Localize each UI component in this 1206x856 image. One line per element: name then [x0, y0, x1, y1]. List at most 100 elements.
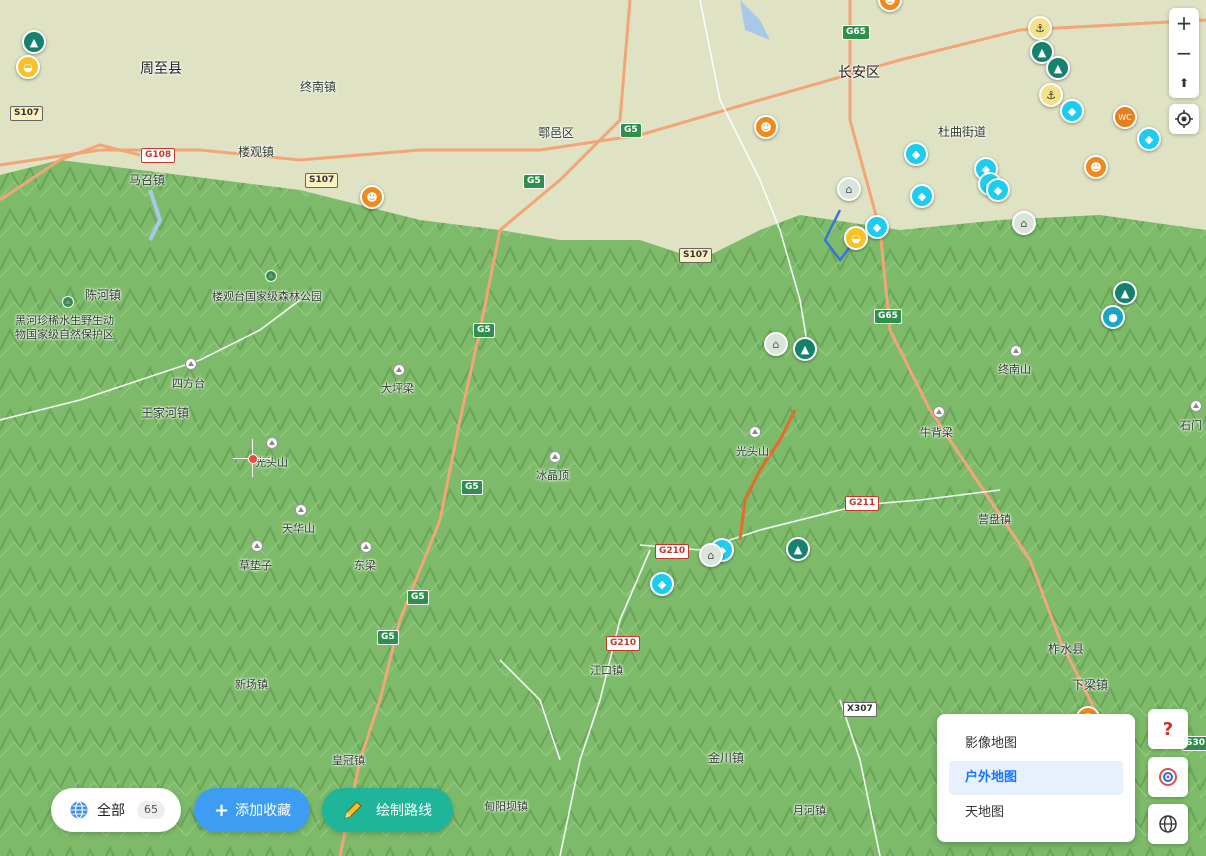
fish-icon[interactable]: ◆: [650, 572, 674, 596]
filter-all-count: 65: [137, 801, 165, 819]
label-heihe-reserve-2: 物国家级自然保护区: [15, 328, 114, 341]
peak-icon: [393, 364, 405, 376]
house-icon[interactable]: ⌂: [1012, 211, 1036, 235]
target-button[interactable]: [1148, 757, 1188, 797]
shield-x307: X307: [843, 702, 877, 717]
shield-g108: G108: [141, 148, 176, 163]
anchor-icon[interactable]: ⚓: [1028, 16, 1052, 40]
shield-g5: G5: [523, 174, 545, 189]
shield-s107: S107: [679, 248, 713, 263]
label-zhongnan-town: 终南镇: [300, 80, 337, 94]
layer-option-tianditu[interactable]: 天地图: [949, 796, 1123, 830]
label-tianhua: 天华山: [282, 522, 315, 535]
devil-icon[interactable]: ☻: [360, 185, 384, 209]
filter-all-label: 全部: [97, 803, 125, 819]
label-xialiang: 下梁镇: [1072, 678, 1109, 692]
zoom-in-button[interactable]: +: [1169, 8, 1199, 38]
label-zhashui: 柞水县: [1048, 642, 1085, 656]
label-guangtou-west: 光头山: [255, 456, 288, 469]
crosshair-center-icon: [248, 454, 258, 464]
shield-s107: S107: [10, 106, 44, 121]
label-xinchang: 新场镇: [235, 678, 268, 691]
house-icon[interactable]: ⌂: [764, 332, 788, 356]
shield-g5: G5: [407, 590, 429, 605]
mountain-icon[interactable]: ▲: [793, 337, 817, 361]
fish-icon[interactable]: ◆: [904, 142, 928, 166]
park-icon: [62, 296, 74, 308]
label-jinchuan: 金川镇: [708, 751, 745, 765]
drop-icon[interactable]: ●: [1101, 305, 1125, 329]
mountain-icon[interactable]: ▲: [786, 537, 810, 561]
label-dianhe: 甸阳坝镇: [484, 800, 528, 813]
zoom-out-button[interactable]: −: [1169, 38, 1199, 68]
mountain-icon[interactable]: ▲: [22, 30, 46, 54]
label-yuehe: 月河镇: [793, 804, 826, 817]
globe-icon: [1159, 815, 1177, 833]
label-chenhe: 陈河镇: [85, 288, 122, 302]
help-button[interactable]: ?: [1148, 709, 1188, 749]
label-zhongnanshan: 终南山: [998, 363, 1031, 376]
pencil-icon: [344, 801, 362, 819]
shield-g5: G5: [473, 323, 495, 338]
fish-icon[interactable]: ◆: [865, 215, 889, 239]
shield-g65: G65: [842, 25, 870, 40]
peak-icon: [549, 451, 561, 463]
label-changan: 长安区: [838, 65, 880, 81]
label-bingjingding: 冰晶顶: [536, 469, 569, 482]
mountain-icon[interactable]: ▲: [1046, 56, 1070, 80]
peak-icon: [1190, 400, 1202, 412]
draw-route-label: 绘制路线: [376, 803, 432, 819]
peak-icon: [749, 426, 761, 438]
peak-icon: [251, 540, 263, 552]
filter-all-button[interactable]: 全部 65: [51, 788, 181, 832]
bowl-icon[interactable]: ◒: [844, 226, 868, 250]
layer-option-satellite[interactable]: 影像地图: [949, 727, 1123, 761]
label-zhouzhi: 周至县: [140, 61, 182, 77]
shield-g210: G210: [606, 636, 641, 651]
zoom-control: + − ⬆: [1169, 8, 1199, 98]
label-jiangkou: 江口镇: [590, 664, 623, 677]
devil-icon[interactable]: ☻: [1084, 155, 1108, 179]
add-favorite-button[interactable]: + 添加收藏: [194, 788, 310, 832]
label-niubeiliang: 牛背梁: [920, 426, 953, 439]
shield-g5: G5: [620, 123, 642, 138]
label-dapingliang: 大坪梁: [381, 382, 414, 395]
target-icon: [1159, 768, 1177, 786]
label-huyi: 鄠邑区: [538, 126, 575, 140]
label-guangtou-east: 光头山: [736, 445, 769, 458]
fish-icon[interactable]: ◆: [1137, 127, 1161, 151]
fish-icon[interactable]: ◆: [986, 178, 1010, 202]
fish-icon[interactable]: ◆: [910, 184, 934, 208]
peak-icon: [266, 437, 278, 449]
label-dongliang: 东梁: [354, 559, 376, 572]
house-icon[interactable]: ⌂: [699, 543, 723, 567]
layer-option-outdoor[interactable]: 户外地图: [949, 761, 1123, 795]
label-duqu: 杜曲街道: [938, 125, 987, 139]
wc-icon[interactable]: WC: [1113, 105, 1137, 129]
peak-icon: [1010, 345, 1022, 357]
label-louguan: 楼观镇: [238, 145, 275, 159]
label-louguantai: 楼观台国家级森林公园: [212, 290, 322, 303]
add-favorite-label: 添加收藏: [235, 803, 292, 819]
compass-button[interactable]: ⬆: [1169, 68, 1199, 98]
shield-s107: S107: [305, 173, 339, 188]
park-icon: [265, 270, 277, 282]
shield-g5: G5: [377, 630, 399, 645]
bowl-icon[interactable]: ◒: [16, 55, 40, 79]
globe-icon: [70, 801, 88, 819]
layers-button[interactable]: [1148, 804, 1188, 844]
label-shimen: 石门: [1180, 419, 1202, 432]
fish-icon[interactable]: ◆: [1060, 99, 1084, 123]
label-yingpan: 营盘镇: [978, 513, 1011, 526]
mountain-icon[interactable]: ▲: [1113, 281, 1137, 305]
draw-route-button[interactable]: 绘制路线: [322, 788, 453, 832]
label-huangguan: 皇冠镇: [332, 754, 365, 767]
peak-icon: [295, 504, 307, 516]
shield-g5: G5: [461, 480, 483, 495]
label-caodianzi: 草垫子: [239, 559, 272, 572]
locate-button[interactable]: [1169, 104, 1199, 134]
anchor-icon[interactable]: ⚓: [1039, 83, 1063, 107]
house-icon[interactable]: ⌂: [837, 177, 861, 201]
devil-icon[interactable]: ☻: [754, 115, 778, 139]
label-sifangtai: 四方台: [172, 377, 205, 390]
